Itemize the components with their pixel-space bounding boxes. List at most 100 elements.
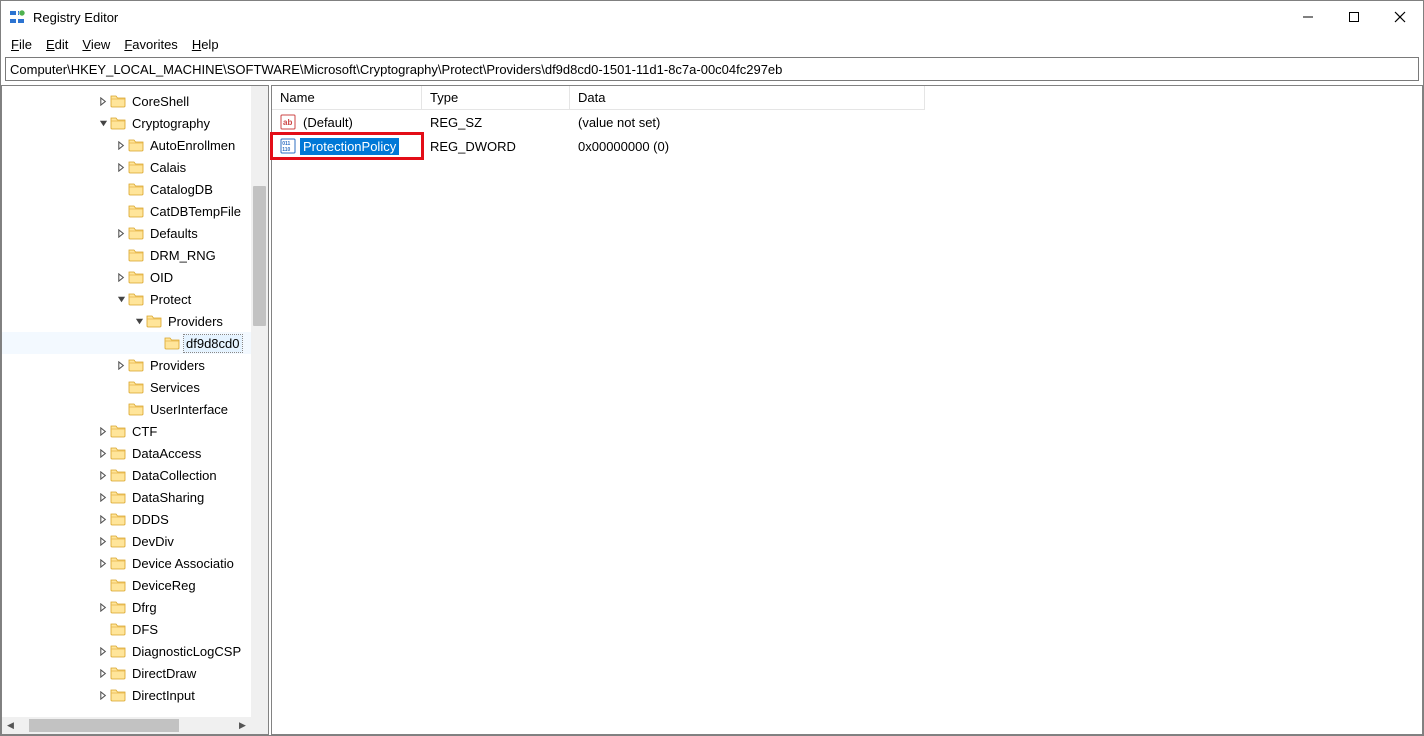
folder-icon [128, 269, 144, 285]
minimize-button[interactable] [1285, 1, 1331, 33]
caret-right-icon[interactable] [96, 666, 110, 680]
caret-right-icon[interactable] [96, 512, 110, 526]
caret-right-icon[interactable] [96, 490, 110, 504]
caret-right-icon[interactable] [114, 138, 128, 152]
tree-item-label: Dfrg [130, 599, 159, 616]
caret-down-icon[interactable] [132, 314, 146, 328]
folder-icon [110, 93, 126, 109]
folder-icon [128, 137, 144, 153]
caret-down-icon[interactable] [96, 116, 110, 130]
title-bar[interactable]: Registry Editor [1, 1, 1423, 33]
tree-view[interactable]: CoreShell Cryptography AutoEnrollmen Calais… [2, 86, 251, 717]
tree-item[interactable]: Cryptography [2, 112, 251, 134]
tree-item-label: df9d8cd0 [184, 335, 242, 352]
tree-item[interactable]: Providers [2, 354, 251, 376]
tree-item-label: Protect [148, 291, 193, 308]
menu-edit[interactable]: Edit [40, 35, 74, 54]
caret-right-icon[interactable] [114, 226, 128, 240]
tree-item-label: DevDiv [130, 533, 176, 550]
caret-right-icon[interactable] [96, 468, 110, 482]
tree-item-label: Device Associatio [130, 555, 236, 572]
column-header-type[interactable]: Type [422, 86, 570, 110]
folder-icon [128, 203, 144, 219]
tree-item[interactable]: CatalogDB [2, 178, 251, 200]
tree-item[interactable]: DevDiv [2, 530, 251, 552]
tree-item-label: Defaults [148, 225, 200, 242]
caret-right-icon[interactable] [96, 424, 110, 438]
main-split: CoreShell Cryptography AutoEnrollmen Calais… [1, 85, 1423, 735]
tree-item-label: DirectDraw [130, 665, 198, 682]
address-bar[interactable]: Computer\HKEY_LOCAL_MACHINE\SOFTWARE\Mic… [5, 57, 1419, 81]
caret-right-icon[interactable] [96, 688, 110, 702]
maximize-button[interactable] [1331, 1, 1377, 33]
menu-file[interactable]: File [5, 35, 38, 54]
folder-icon [110, 445, 126, 461]
folder-icon [128, 379, 144, 395]
tree-item[interactable]: DFS [2, 618, 251, 640]
folder-icon [128, 225, 144, 241]
caret-right-icon[interactable] [96, 446, 110, 460]
column-header-data[interactable]: Data [570, 86, 925, 110]
folder-icon [128, 159, 144, 175]
tree-horizontal-scrollbar[interactable]: ◀ ▶ [2, 717, 251, 734]
tree-item[interactable]: DDDS [2, 508, 251, 530]
tree-item-label: DirectInput [130, 687, 197, 704]
tree-vertical-scrollbar[interactable] [251, 86, 268, 717]
column-header-name[interactable]: Name [272, 86, 422, 110]
value-row[interactable]: (Default)REG_SZ(value not set) [272, 110, 1422, 134]
caret-right-icon[interactable] [114, 358, 128, 372]
folder-icon [110, 511, 126, 527]
tree-item-label: Providers [166, 313, 225, 330]
tree-item-label: DataCollection [130, 467, 219, 484]
tree-item[interactable]: AutoEnrollmen [2, 134, 251, 156]
value-row[interactable]: ProtectionPolicyREG_DWORD0x00000000 (0) [272, 134, 1422, 158]
caret-right-icon[interactable] [114, 160, 128, 174]
tree-item-label: DataAccess [130, 445, 203, 462]
tree-item[interactable]: DiagnosticLogCSP [2, 640, 251, 662]
caret-right-icon[interactable] [96, 644, 110, 658]
scroll-left-icon[interactable]: ◀ [2, 717, 19, 734]
value-name: ProtectionPolicy [300, 138, 399, 155]
tree-item[interactable]: DirectInput [2, 684, 251, 706]
tree-item[interactable]: DirectDraw [2, 662, 251, 684]
tree-item[interactable]: DeviceReg [2, 574, 251, 596]
tree-item[interactable]: Services [2, 376, 251, 398]
menu-favorites[interactable]: Favorites [118, 35, 183, 54]
folder-icon [164, 335, 180, 351]
tree-item[interactable]: Calais [2, 156, 251, 178]
tree-item[interactable]: DataCollection [2, 464, 251, 486]
tree-item[interactable]: DataAccess [2, 442, 251, 464]
tree-item-label: AutoEnrollmen [148, 137, 237, 154]
menu-help[interactable]: Help [186, 35, 225, 54]
caret-right-icon[interactable] [96, 556, 110, 570]
tree-item[interactable]: UserInterface [2, 398, 251, 420]
tree-item[interactable]: OID [2, 266, 251, 288]
folder-icon [110, 555, 126, 571]
tree-item[interactable]: df9d8cd0 [2, 332, 251, 354]
tree-item[interactable]: Dfrg [2, 596, 251, 618]
tree-item[interactable]: Defaults [2, 222, 251, 244]
tree-item[interactable]: DataSharing [2, 486, 251, 508]
caret-right-icon[interactable] [96, 600, 110, 614]
scroll-right-icon[interactable]: ▶ [234, 717, 251, 734]
caret-right-icon[interactable] [114, 270, 128, 284]
caret-right-icon[interactable] [96, 94, 110, 108]
caret-down-icon[interactable] [114, 292, 128, 306]
folder-icon [110, 599, 126, 615]
tree-item-label: Calais [148, 159, 188, 176]
tree-item[interactable]: DRM_RNG [2, 244, 251, 266]
tree-item[interactable]: Protect [2, 288, 251, 310]
tree-item[interactable]: CoreShell [2, 90, 251, 112]
regedit-app-icon [9, 9, 25, 25]
tree-item[interactable]: Device Associatio [2, 552, 251, 574]
tree-item[interactable]: CTF [2, 420, 251, 442]
folder-icon [110, 533, 126, 549]
folder-icon [128, 357, 144, 373]
tree-item[interactable]: Providers [2, 310, 251, 332]
caret-right-icon[interactable] [96, 534, 110, 548]
close-button[interactable] [1377, 1, 1423, 33]
menu-view[interactable]: View [76, 35, 116, 54]
values-list[interactable]: (Default)REG_SZ(value not set)Protection… [272, 110, 1422, 158]
tree-item-label: Cryptography [130, 115, 212, 132]
tree-item[interactable]: CatDBTempFile [2, 200, 251, 222]
